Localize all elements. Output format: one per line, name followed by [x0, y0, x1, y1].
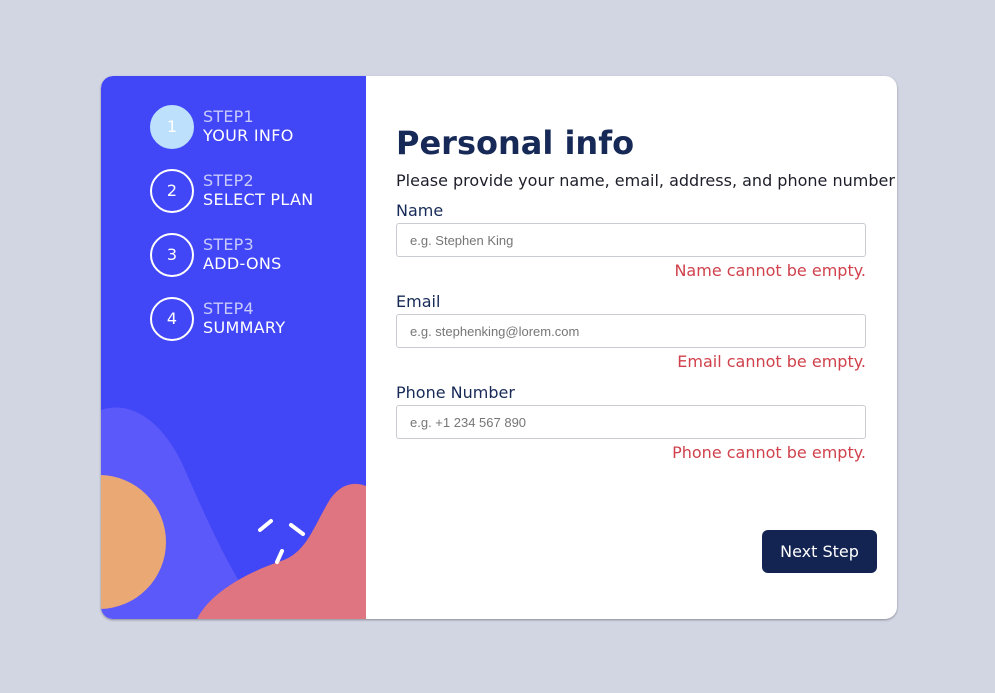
name-error: Name cannot be empty.	[674, 261, 866, 280]
step-4-small-label: STEP4	[203, 299, 254, 318]
email-input[interactable]	[396, 314, 866, 348]
steps-sidebar: 1 STEP1 YOUR INFO 2 STEP2 SELECT PLAN 3 …	[101, 76, 366, 619]
page-subtitle: Please provide your name, email, address…	[396, 171, 895, 190]
phone-error: Phone cannot be empty.	[672, 443, 866, 462]
phone-label: Phone Number	[396, 383, 515, 402]
page-title: Personal info	[396, 124, 635, 162]
email-label: Email	[396, 292, 441, 311]
next-step-button[interactable]: Next Step	[762, 530, 877, 573]
name-input[interactable]	[396, 223, 866, 257]
step-2-title: SELECT PLAN	[203, 190, 314, 209]
phone-input[interactable]	[396, 405, 866, 439]
step-2-number: 2	[150, 169, 194, 213]
name-label: Name	[396, 201, 444, 220]
step-1-small-label: STEP1	[203, 107, 254, 126]
step-1-title: YOUR INFO	[203, 126, 294, 145]
step-2-small-label: STEP2	[203, 171, 254, 190]
form-card: 1 STEP1 YOUR INFO 2 STEP2 SELECT PLAN 3 …	[101, 76, 897, 619]
email-error: Email cannot be empty.	[677, 352, 866, 371]
step-4-number: 4	[150, 297, 194, 341]
sidebar-decoration	[101, 407, 366, 619]
step-4-title: SUMMARY	[203, 318, 286, 337]
step-3-small-label: STEP3	[203, 235, 254, 254]
step-1-number: 1	[150, 105, 194, 149]
step-3-title: ADD-ONS	[203, 254, 282, 273]
step-3-number: 3	[150, 233, 194, 277]
